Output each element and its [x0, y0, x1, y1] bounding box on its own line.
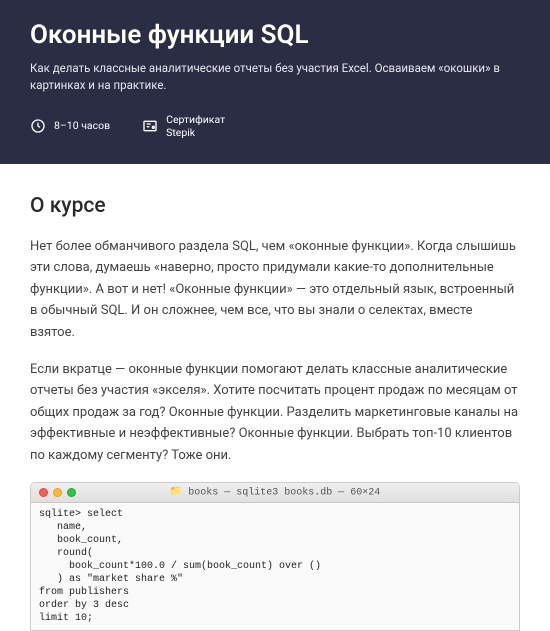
about-paragraph-2: Если вкратце — оконные функции помогают …	[30, 359, 520, 466]
hero-section: Оконные функции SQL Как делать классные …	[0, 0, 550, 164]
terminal-window: 📁 books — sqlite3 books.db — 60×24 sqlit…	[30, 482, 520, 631]
about-heading: О курсе	[30, 194, 520, 218]
certificate-meta: Сертификат Stepik	[142, 113, 225, 140]
folder-icon: 📁	[170, 486, 182, 498]
terminal-titlebar: 📁 books — sqlite3 books.db — 60×24	[31, 483, 519, 503]
about-paragraph-1: Нет более обманчивого раздела SQL, чем «…	[30, 236, 520, 343]
course-subtitle: Как делать классные аналитические отчеты…	[30, 60, 520, 95]
close-dot-icon	[39, 488, 48, 497]
certificate-label: Сертификат	[166, 113, 225, 126]
about-section: О курсе Нет более обманчивого раздела SQ…	[0, 164, 550, 466]
maximize-dot-icon	[67, 488, 76, 497]
terminal-body: sqlite> select name, book_count, round( …	[31, 503, 519, 630]
certificate-text: Сертификат Stepik	[166, 113, 225, 140]
minimize-dot-icon	[53, 488, 62, 497]
terminal-title: 📁 books — sqlite3 books.db — 60×24	[31, 486, 519, 499]
course-title: Оконные функции SQL	[30, 20, 520, 50]
certificate-provider: Stepik	[166, 126, 195, 139]
duration-text: 8–10 часов	[54, 119, 110, 133]
duration-meta: 8–10 часов	[30, 118, 110, 134]
course-meta: 8–10 часов Сертификат Stepik	[30, 113, 520, 140]
certificate-icon	[142, 118, 158, 134]
clock-icon	[30, 118, 46, 134]
